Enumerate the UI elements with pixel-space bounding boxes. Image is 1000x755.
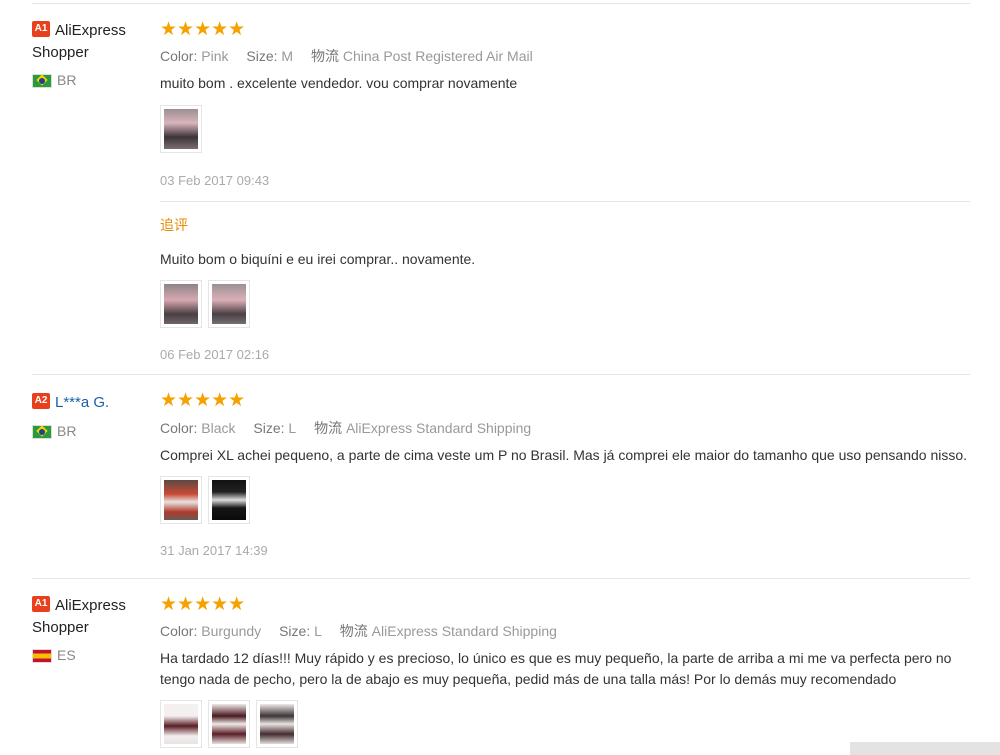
photo-image	[212, 480, 246, 520]
review-date: 03 Feb 2017 09:43	[160, 173, 270, 188]
review-content: ★★★★★ Color: Pink Size: M 物流 China Post …	[160, 20, 970, 188]
star-rating: ★★★★★	[160, 594, 246, 615]
followup-photos	[160, 280, 970, 328]
review-photos	[160, 700, 970, 748]
reviewer-name: A1 AliExpress Shopper	[32, 596, 126, 636]
reviewer-country: ES	[32, 647, 142, 664]
order-attributes: Color: Burgundy Size: L 物流 AliExpress St…	[160, 622, 970, 640]
review-text-line: Ha tardado 12 días!!! Muy rápido y es pr…	[160, 650, 952, 666]
spain-flag-icon	[32, 649, 52, 664]
size-value: L	[314, 623, 322, 639]
reviewer-name: A1 AliExpress Shopper	[32, 21, 126, 61]
reviewer-info: A1 AliExpress Shopper ES	[32, 595, 142, 664]
page-footer-strip	[850, 742, 1000, 755]
review-text-line: tengo nada de pecho, pero la de abajo es…	[160, 671, 897, 687]
buyer-level-badge: A2	[32, 393, 50, 409]
review-text: Ha tardado 12 días!!! Muy rápido y es pr…	[160, 648, 970, 690]
color-label: Color:	[160, 623, 198, 639]
logistics-label: 物流	[314, 420, 343, 436]
photo-image	[164, 480, 198, 520]
review-photos	[160, 476, 970, 524]
size-label: Size:	[253, 420, 285, 436]
reviewer-country: BR	[32, 423, 142, 440]
review-photo-thumbnail[interactable]	[208, 700, 250, 748]
buyer-level-badge: A1	[32, 21, 50, 37]
brazil-flag-icon	[32, 74, 52, 89]
size-label: Size:	[279, 623, 311, 639]
order-attributes: Color: Pink Size: M 物流 China Post Regist…	[160, 47, 970, 65]
followup-text: Muito bom o biquíni e eu irei comprar.. …	[160, 251, 476, 267]
brazil-flag-icon	[32, 425, 52, 440]
followup-date: 06 Feb 2017 02:16	[160, 347, 270, 362]
shipping-method: China Post Registered Air Mail	[342, 48, 533, 64]
review-photo-thumbnail[interactable]	[160, 105, 202, 153]
size-label: Size:	[246, 48, 278, 64]
review-text: muito bom . excelente vendedor. vou comp…	[160, 75, 518, 91]
size-value: M	[281, 48, 294, 64]
photo-image	[164, 109, 198, 149]
top-divider	[32, 3, 970, 4]
review-text: Comprei XL achei pequeno, a parte de cim…	[160, 447, 968, 463]
review-content: ★★★★★ Color: Burgundy Size: L 物流 AliExpr…	[160, 595, 970, 748]
review-photo-thumbnail[interactable]	[160, 700, 202, 748]
order-attributes: Color: Black Size: L 物流 AliExpress Stand…	[160, 419, 970, 437]
followup-label: 追评	[160, 217, 188, 233]
star-rating: ★★★★★	[160, 390, 246, 411]
review-photo-thumbnail[interactable]	[160, 280, 202, 328]
color-value: Black	[201, 420, 236, 436]
photo-image	[212, 284, 246, 324]
followup-review: 追评 Muito bom o biquíni e eu irei comprar…	[160, 215, 970, 362]
shipping-method: AliExpress Standard Shipping	[371, 623, 557, 639]
color-value: Pink	[201, 48, 229, 64]
logistics-label: 物流	[339, 623, 368, 639]
color-label: Color:	[160, 48, 198, 64]
country-code: ES	[57, 647, 76, 663]
review-content: ★★★★★ Color: Black Size: L 物流 AliExpress…	[160, 391, 970, 558]
review-divider	[32, 578, 970, 579]
photo-image	[260, 704, 294, 744]
shipping-method: AliExpress Standard Shipping	[345, 420, 532, 436]
photo-image	[212, 704, 246, 744]
reviewer-country: BR	[32, 72, 142, 89]
review-photo-thumbnail[interactable]	[256, 700, 298, 748]
country-code: BR	[57, 423, 77, 439]
followup-divider	[160, 201, 970, 202]
review-photo-thumbnail[interactable]	[208, 280, 250, 328]
color-label: Color:	[160, 420, 198, 436]
star-rating: ★★★★★	[160, 19, 246, 40]
review-photo-thumbnail[interactable]	[160, 476, 202, 524]
photo-image	[164, 284, 198, 324]
buyer-level-badge: A1	[32, 596, 50, 612]
review-date: 31 Jan 2017 14:39	[160, 543, 268, 558]
reviewer-info: A2 L***a G. BR	[32, 392, 142, 440]
logistics-label: 物流	[310, 48, 339, 64]
photo-image	[164, 704, 198, 744]
review-photos	[160, 105, 970, 153]
size-value: L	[288, 420, 297, 436]
color-value: Burgundy	[201, 623, 262, 639]
reviewer-info: A1 AliExpress Shopper BR	[32, 20, 142, 89]
review-photo-thumbnail[interactable]	[208, 476, 250, 524]
reviewer-name[interactable]: A2 L***a G.	[32, 392, 142, 414]
country-code: BR	[57, 72, 77, 88]
review-divider	[32, 374, 970, 375]
